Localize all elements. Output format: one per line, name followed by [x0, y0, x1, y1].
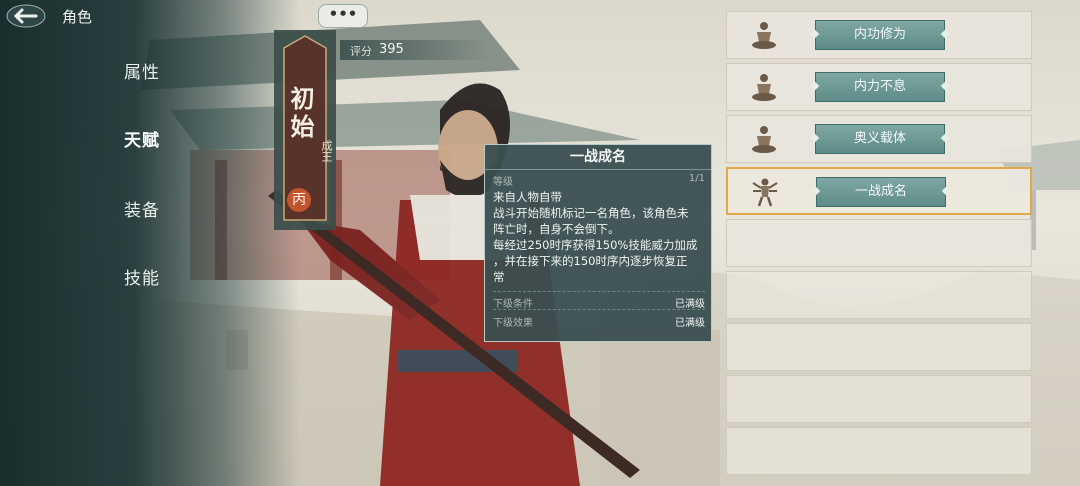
score-label: 评分 [350, 45, 372, 58]
empty-talent-slot[interactable] [726, 427, 1032, 475]
tooltip-line: 常 [493, 270, 505, 284]
talent-name-button[interactable]: 奥义载体 [815, 124, 945, 154]
tooltip-title: 一战成名 [485, 145, 711, 170]
talent-slot-2[interactable]: 内力不息 [726, 63, 1032, 111]
back-arrow-icon[interactable] [6, 4, 56, 28]
tooltip-next-condition-value: 已满级 [675, 299, 705, 310]
talent-name-button[interactable]: 内功修为 [815, 20, 945, 50]
divider [493, 291, 705, 292]
tooltip-next-effect-label: 下级效果 [493, 318, 533, 329]
tooltip-next-effect-row: 下级效果 已满级 [493, 314, 705, 329]
tooltip-line: ，并在接下来的150时序内逐步恢复正 [493, 254, 688, 268]
divider [493, 309, 705, 310]
sidebar-item-attributes[interactable]: 属性 [124, 58, 160, 83]
tooltip-line: 来自人物自带 [493, 190, 562, 204]
character-name: 初始 [286, 86, 315, 142]
score-value: 395 [379, 42, 404, 57]
sidebar-item-equipment[interactable]: 装备 [124, 196, 160, 221]
sidebar-item-talents[interactable]: 天赋 [124, 126, 160, 151]
tooltip-line: 战斗开始随机标记一名角色，该角色未 [493, 206, 689, 220]
empty-talent-slot[interactable] [726, 219, 1032, 267]
chat-button[interactable]: ••• [318, 4, 368, 28]
meditating-monk-icon [752, 74, 776, 101]
talent-slot-3[interactable]: 奥义载体 [726, 115, 1032, 163]
tooltip-description: 来自人物自带 战斗开始随机标记一名角色，该角色未 阵亡时，自身不会倒下。 每经过… [493, 189, 707, 285]
talent-name-button[interactable]: 一战成名 [816, 177, 946, 207]
tooltip-line: 阵亡时，自身不会倒下。 [493, 222, 620, 236]
sidebar-item-skills[interactable]: 技能 [124, 264, 160, 289]
empty-talent-slot[interactable] [726, 375, 1032, 423]
tooltip-level-value: 1/1 [688, 173, 705, 184]
talent-tooltip: 一战成名 等级 1/1 来自人物自带 战斗开始随机标记一名角色，该角色未 阵亡时… [484, 144, 712, 342]
tooltip-level-row: 等级 1/1 [493, 173, 705, 188]
empty-talent-slot[interactable] [726, 323, 1032, 371]
empty-talent-slot[interactable] [726, 271, 1032, 319]
meditating-monk-icon [752, 22, 776, 49]
grade-badge: 丙 [287, 188, 311, 212]
meditating-monk-icon [752, 126, 776, 153]
talent-name-button[interactable]: 内力不息 [815, 72, 945, 102]
tooltip-line: 每经过250时序获得150%技能威力加成 [493, 238, 698, 252]
tooltip-next-condition-row: 下级条件 已满级 [493, 295, 705, 310]
talent-slot-1[interactable]: 内功修为 [726, 11, 1032, 59]
talent-slot-4-selected[interactable]: 一战成名 [726, 167, 1032, 215]
character-title: 成王 [320, 140, 333, 162]
tooltip-level-label: 等级 [493, 177, 513, 188]
page-title: 角色 [62, 8, 93, 26]
multi-armed-warrior-icon [752, 178, 778, 207]
tooltip-next-effect-value: 已满级 [675, 318, 705, 329]
